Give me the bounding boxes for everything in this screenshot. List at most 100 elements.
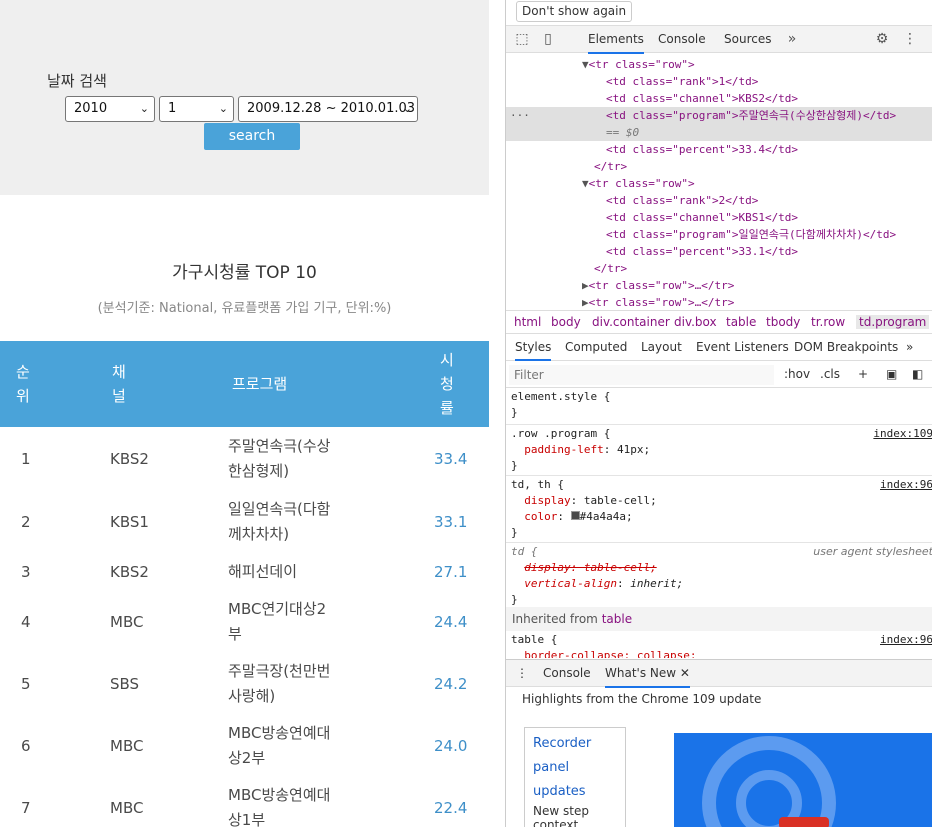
device-toolbar-icon[interactable]: ▯ [540,31,556,47]
divider [506,475,932,476]
percent-cell: 27.1 [434,563,468,581]
td-th-source-link[interactable]: index:96 [880,478,932,491]
css-property: vertical-align [524,577,617,590]
dom-node-line[interactable]: <td class="rank">2</td> [606,192,758,209]
dom-node-line[interactable]: ▶<tr class="row">…</tr> [582,277,734,294]
breadcrumb-item[interactable]: table [726,315,756,329]
dom-node-line[interactable]: == $0 [606,124,639,141]
devtools-tabbar: ⬚ ▯ Elements Console Sources » ⚙ ⋮ [506,25,932,54]
tab-computed[interactable]: Computed [565,340,627,354]
dom-node-line[interactable]: <td class="percent">33.4</td> [606,141,798,158]
sidebar-toggle-icon[interactable]: ◧ [912,367,923,381]
paint-icon[interactable]: ▣ [886,367,897,381]
css-value[interactable]: #4a4a4a; [580,510,633,523]
program-cell: 해피선데이 [228,562,298,581]
dom-node-line[interactable]: <td class="rank">1</td> [606,73,758,90]
css-property[interactable]: border-collapse: collapse; [524,649,696,658]
dom-node-text: <td class="channel">KBS2</td> [606,92,799,105]
drawer-tab-whats-new[interactable]: What's New ✕ [605,666,690,688]
breadcrumb-item[interactable]: body [551,315,581,329]
dom-node-line[interactable]: <td class="percent">33.1</td> [606,243,798,260]
year-select[interactable]: 2010 ⌄ [65,96,155,122]
tab-event-listeners[interactable]: Event Listeners [696,340,789,354]
kebab-menu-icon[interactable]: ⋮ [902,31,918,47]
dom-node-line[interactable]: </tr> [594,158,627,175]
expanded-triangle-icon[interactable]: ▼ [582,177,589,190]
hov-toggle[interactable]: :hov [784,367,810,381]
expanded-triangle-icon[interactable]: ▼ [582,58,589,71]
inspect-element-icon[interactable]: ⬚ [514,31,530,47]
dom-node-text: <tr class="row"> [588,58,695,71]
gear-icon[interactable]: ⚙ [874,31,890,47]
dom-node-line[interactable]: <td class="program">주말연속극(수상한삼형제)</td> [606,107,896,124]
percent-cell: 24.0 [434,737,468,755]
channel-cell: KBS2 [110,450,149,468]
add-rule-icon[interactable]: + [858,367,868,381]
collapsed-triangle-icon[interactable]: ▶ [582,296,589,309]
dont-show-again-button[interactable]: Don't show again [516,1,633,22]
cls-toggle[interactable]: .cls [820,367,840,381]
program-cell: MBC방송연예대상2부 [228,724,331,767]
close-icon[interactable]: ✕ [680,666,690,680]
more-tabs-icon[interactable]: » [906,340,913,354]
percent-cell: 24.2 [434,675,468,693]
whats-new-label: What's New [605,666,677,680]
tab-layout[interactable]: Layout [641,340,682,354]
chevron-down-icon: ⌄ [139,102,149,115]
channel-cell: KBS2 [110,563,149,581]
rank-cell: 7 [21,799,31,817]
drawer-menu-icon[interactable]: ⋮ [516,666,528,680]
dom-node-line[interactable]: ▶<tr class="row">…</tr> [582,294,734,310]
css-value[interactable]: 41px; [617,443,650,456]
dom-node-line[interactable]: <td class="channel">KBS1</td> [606,209,798,226]
divider [506,542,932,543]
date-search-panel: 날짜 검색 2010 ⌄ 1 ⌄ 2009.12.28 ~ 2010.01.03… [0,0,489,195]
collapsed-triangle-icon[interactable]: ▶ [582,279,589,292]
dom-node-line[interactable]: ▼<tr class="row"> [582,56,695,73]
inherited-from-link[interactable]: table [602,612,632,626]
dom-node-line[interactable]: ▼<tr class="row"> [582,175,695,192]
table-row: 7 MBC MBC방송연예대상1부 22.4 [0,777,489,827]
breadcrumb-item[interactable]: div.box [674,315,717,329]
percent-cell: 33.1 [434,513,468,531]
drawer-tab-console[interactable]: Console [543,666,591,680]
tab-sources[interactable]: Sources [724,32,771,46]
web-page: 날짜 검색 2010 ⌄ 1 ⌄ 2009.12.28 ~ 2010.01.03… [0,0,489,827]
breadcrumb-item[interactable]: tr.row [811,315,845,329]
node-actions-ellipsis-icon[interactable]: ··· [510,107,530,124]
dom-node-line[interactable]: </tr> [594,260,627,277]
tab-dom-breakpoints[interactable]: DOM Breakpoints [794,340,898,354]
rank-cell: 6 [21,737,31,755]
recorder-link[interactable]: Recorder [533,732,617,756]
tab-console[interactable]: Console [658,32,706,46]
breadcrumb-item[interactable]: div.container [592,315,670,329]
tab-styles[interactable]: Styles [515,340,552,361]
breadcrumb-item[interactable]: html [514,315,541,329]
tab-elements[interactable]: Elements [588,32,644,54]
row-program-selector: .row .program { [511,427,611,440]
row-program-source-link[interactable]: index:109 [873,427,932,440]
recorder-link[interactable]: updates [533,780,617,804]
css-property[interactable]: display [524,494,570,507]
recorder-link[interactable]: panel [533,756,617,780]
css-value[interactable]: table-cell; [584,494,657,507]
program-cell: MBC방송연예대상1부 [228,786,331,827]
date-range-select[interactable]: 2009.12.28 ~ 2010.01.03 ⌄ [238,96,418,122]
breadcrumb-item-selected[interactable]: td.program [856,315,930,329]
rating-table-body: 1 KBS2 주말연속극(수상한삼형제) 33.4 2 KBS1 일일연속극(다함께차차차)… [0,427,489,827]
dom-node-text: <td class="channel">KBS1</td> [606,211,799,224]
table-source-link[interactable]: index:96 [880,633,932,646]
date-range-value: 2009.12.28 ~ 2010.01.03 [247,101,416,116]
color-swatch[interactable] [570,511,580,520]
dom-node-line[interactable]: <td class="program">일일연속극(다함께차차차)</td> [606,226,896,243]
dom-node-line[interactable]: <td class="channel">KBS2</td> [606,90,798,107]
css-property[interactable]: color [524,510,557,523]
filter-input[interactable]: Filter [509,365,774,385]
search-button[interactable]: search [204,123,300,150]
chevron-down-icon: ⌄ [402,102,412,115]
dom-node-text: <td class="program">일일연속극(다함께차차차)</td> [606,228,897,241]
week-select[interactable]: 1 ⌄ [159,96,234,122]
more-tabs-icon[interactable]: » [784,31,800,47]
breadcrumb-item[interactable]: tbody [766,315,800,329]
css-property[interactable]: padding-left [524,443,603,456]
